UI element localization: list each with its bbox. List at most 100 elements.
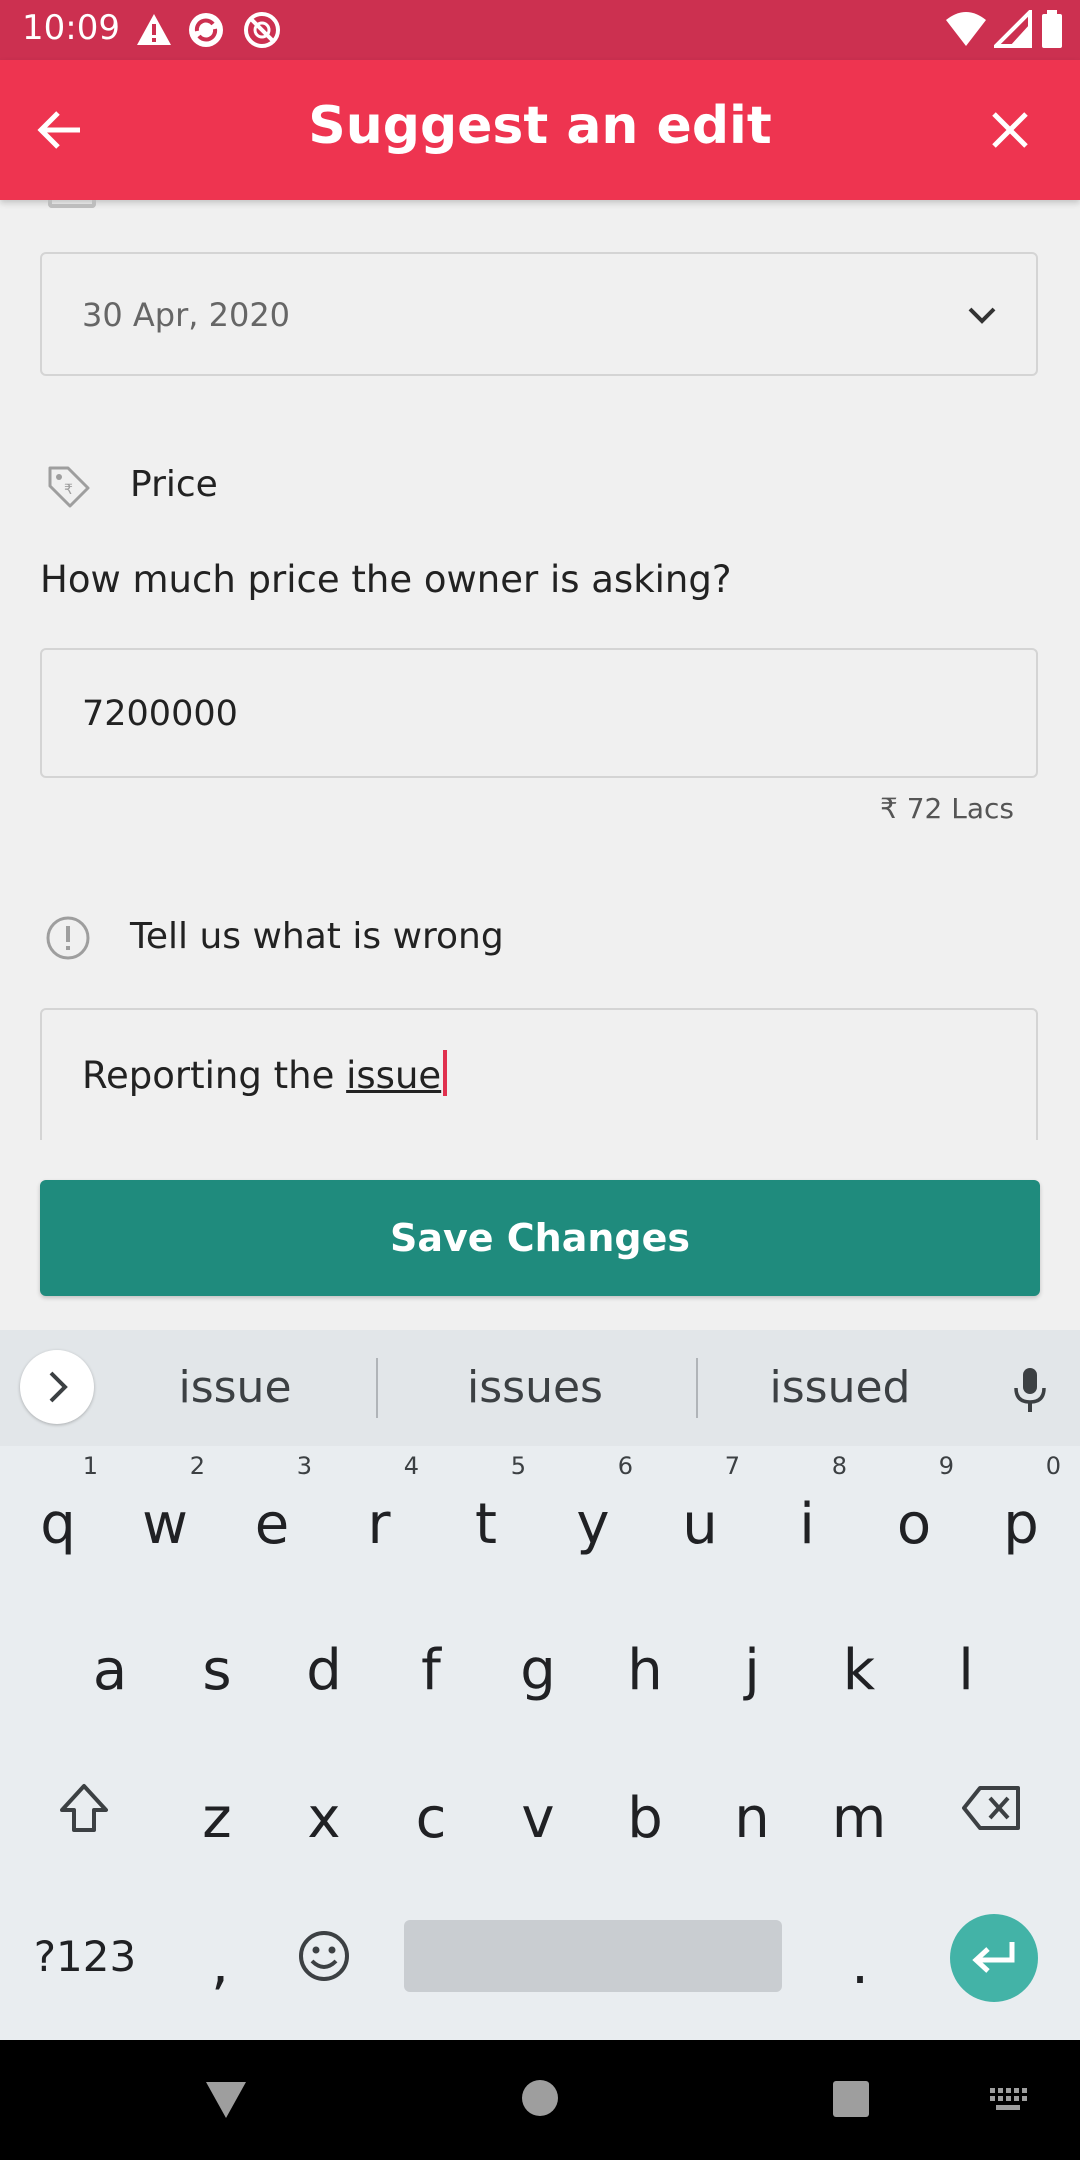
key-char: a — [92, 1638, 128, 1703]
key-char: u — [682, 1492, 718, 1557]
key-char: n — [734, 1786, 770, 1851]
price-in-words: ₹ 72 Lacs — [880, 792, 1014, 825]
issue-text-composing: issue — [346, 1054, 442, 1097]
alert-circle-icon — [46, 916, 90, 960]
key-s[interactable]: s — [163, 1602, 271, 1722]
space-key[interactable] — [404, 1920, 782, 1992]
key-m[interactable]: m — [805, 1750, 913, 1870]
key-char: q — [40, 1492, 76, 1557]
price-question: How much price the owner is asking? — [40, 558, 732, 601]
key-hint: 1 — [82, 1452, 98, 1480]
key-char: s — [202, 1638, 232, 1703]
key-i[interactable]: 8i — [753, 1452, 861, 1576]
comma-key[interactable]: , — [166, 1896, 274, 2016]
navigation-bar — [0, 2040, 1080, 2160]
key-z[interactable]: z — [163, 1750, 271, 1870]
key-r[interactable]: 4r — [325, 1452, 433, 1576]
key-char: t — [475, 1492, 497, 1557]
key-c[interactable]: c — [377, 1750, 485, 1870]
enter-key[interactable] — [950, 1914, 1038, 2002]
key-char: b — [627, 1786, 663, 1851]
key-char: w — [142, 1492, 188, 1557]
period-key[interactable]: . — [806, 1896, 914, 2016]
key-d[interactable]: d — [270, 1602, 378, 1722]
shift-key[interactable] — [30, 1750, 138, 1870]
key-hint: 7 — [724, 1452, 740, 1480]
date-value: 30 Apr, 2020 — [82, 296, 291, 334]
key-char: g — [520, 1638, 556, 1703]
sync-icon — [189, 13, 223, 47]
checkbox-partial[interactable] — [48, 200, 96, 208]
nav-recents-icon[interactable] — [832, 2080, 870, 2118]
key-t[interactable]: 5t — [432, 1452, 540, 1576]
symbols-key[interactable]: ?123 — [20, 1896, 150, 2016]
nav-back-icon[interactable] — [204, 2080, 248, 2120]
wifi-icon — [946, 12, 986, 46]
suggestion-divider — [376, 1358, 378, 1418]
key-v[interactable]: v — [484, 1750, 592, 1870]
keyboard-switch-icon[interactable] — [988, 2086, 1028, 2114]
key-char: l — [958, 1638, 974, 1703]
key-char: . — [851, 1932, 869, 1997]
issue-textarea[interactable]: Reporting the issue — [40, 1008, 1038, 1140]
key-char: m — [831, 1786, 887, 1851]
key-e[interactable]: 3e — [218, 1452, 326, 1576]
emoji-key[interactable] — [270, 1896, 378, 2016]
key-o[interactable]: 9o — [860, 1452, 968, 1576]
suggestion-divider — [696, 1358, 698, 1418]
suggestion-2[interactable]: issues — [420, 1362, 650, 1413]
key-char: d — [306, 1638, 342, 1703]
key-hint: 6 — [617, 1452, 633, 1480]
key-k[interactable]: k — [805, 1602, 913, 1722]
edit-form[interactable]: 30 Apr, 2020 ₹ Price How much price the … — [0, 200, 1080, 1140]
key-char: ?123 — [33, 1932, 137, 1981]
key-l[interactable]: l — [912, 1602, 1020, 1722]
key-u[interactable]: 7u — [646, 1452, 754, 1576]
key-char: j — [744, 1638, 760, 1703]
nav-home-icon[interactable] — [520, 2078, 560, 2118]
key-char: k — [842, 1638, 876, 1703]
key-h[interactable]: h — [591, 1602, 699, 1722]
key-f[interactable]: f — [377, 1602, 485, 1722]
key-y[interactable]: 6y — [539, 1452, 647, 1576]
key-hint: 8 — [831, 1452, 847, 1480]
chevron-right-icon — [49, 1371, 68, 1403]
key-p[interactable]: 0p — [967, 1452, 1075, 1576]
key-hint: 5 — [510, 1452, 526, 1480]
suggestion-bar: issue issues issued — [0, 1330, 1080, 1446]
close-button[interactable] — [980, 100, 1040, 160]
key-char: x — [307, 1786, 341, 1851]
key-char: , — [211, 1932, 229, 1997]
battery-icon — [1042, 10, 1062, 48]
backspace-icon — [962, 1786, 1020, 1830]
key-a[interactable]: a — [56, 1602, 164, 1722]
key-n[interactable]: n — [698, 1750, 806, 1870]
key-w[interactable]: 2w — [111, 1452, 219, 1576]
enter-icon — [972, 1942, 1015, 1973]
key-x[interactable]: x — [270, 1750, 378, 1870]
soft-keyboard[interactable]: issue issues issued 1q 2w 3e 4r 5t 6y 7u… — [0, 1330, 1080, 2040]
key-hint: 3 — [296, 1452, 312, 1480]
save-changes-button[interactable]: Save Changes — [40, 1180, 1040, 1296]
key-char: e — [254, 1492, 290, 1557]
status-bar: 10:09 — [0, 0, 1080, 60]
suggestion-expand-button[interactable] — [20, 1350, 94, 1424]
warning-icon — [137, 14, 171, 45]
key-hint: 4 — [403, 1452, 419, 1480]
key-b[interactable]: b — [591, 1750, 699, 1870]
key-q[interactable]: 1q — [4, 1452, 112, 1576]
microphone-icon[interactable] — [1008, 1366, 1052, 1414]
key-j[interactable]: j — [698, 1602, 806, 1722]
key-hint: 0 — [1045, 1452, 1061, 1480]
suggestion-1[interactable]: issue — [130, 1362, 340, 1413]
key-char: f — [421, 1638, 441, 1703]
date-dropdown[interactable]: 30 Apr, 2020 — [40, 252, 1038, 376]
price-tag-icon: ₹ — [48, 466, 90, 508]
key-char: y — [576, 1492, 610, 1557]
suggestion-3[interactable]: issued — [730, 1362, 950, 1413]
key-g[interactable]: g — [484, 1602, 592, 1722]
backspace-key[interactable] — [938, 1750, 1046, 1870]
price-input[interactable]: 7200000 — [40, 648, 1038, 778]
text-cursor — [443, 1050, 448, 1096]
chevron-down-icon — [968, 307, 996, 324]
